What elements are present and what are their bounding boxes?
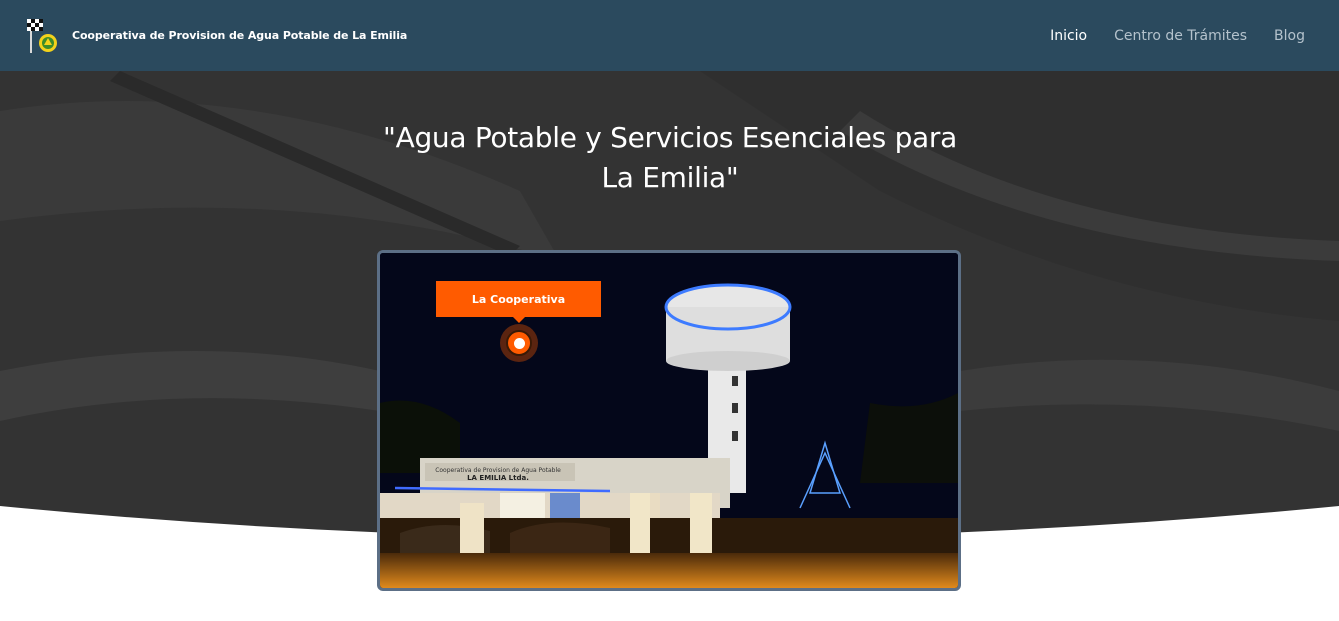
brand-name[interactable]: Cooperativa de Provision de Agua Potable… [72,29,407,42]
nav-link-inicio[interactable]: Inicio [1050,28,1087,44]
hotspot-marker[interactable] [506,330,532,356]
nav-link-blog[interactable]: Blog [1274,28,1305,44]
checkered-flag-logo-icon[interactable] [22,17,60,55]
nav-link-centro-de-tramites[interactable]: Centro de Trámites [1114,28,1247,44]
site-header: Cooperativa de Provision de Agua Potable… [0,0,1339,71]
location-dot-icon[interactable] [500,324,538,362]
brand[interactable]: Cooperativa de Provision de Agua Potable… [22,17,407,55]
feature-image-card: Cooperativa de Provision de Agua Potable… [377,250,961,591]
hero-title: "Agua Potable y Servicios Esenciales par… [383,121,957,194]
hotspot-label-la-cooperativa[interactable]: La Cooperativa [436,281,601,323]
building-sign-line2: LA EMILIA Ltda. [467,474,529,482]
building-sign-line1: Cooperativa de Provision de Agua Potable [435,467,561,474]
main-nav: Inicio Centro de Trámites Blog [1050,28,1305,44]
